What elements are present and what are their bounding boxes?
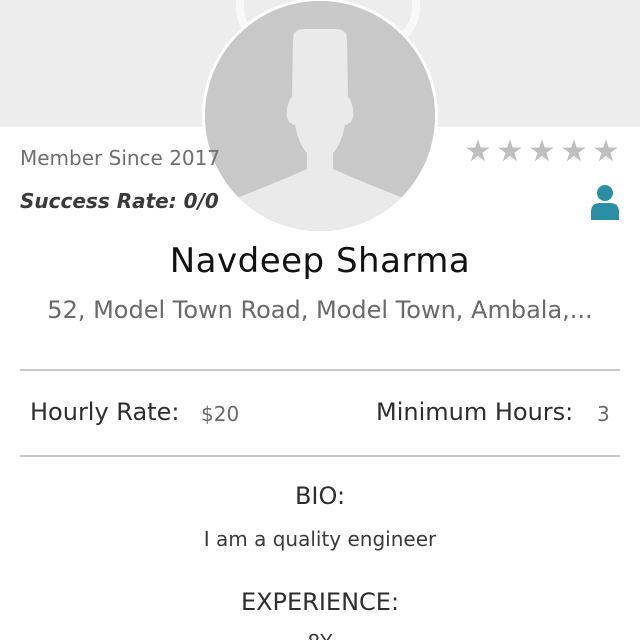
bio-title: BIO: [294, 482, 346, 510]
profile-name: Navdeep Sharma [169, 241, 471, 281]
avatar[interactable] [202, 0, 438, 234]
minimum-hours-value: 3 [597, 402, 610, 426]
profile-page: Member Since 2017 Success Rate: 0/0 ★ ★ … [0, 0, 640, 640]
rating-stars: ★ ★ ★ ★ ★ [464, 134, 620, 169]
hourly-rate-value: $20 [201, 402, 240, 426]
minimum-hours-label: Minimum Hours: [376, 398, 574, 426]
hourly-rate-label: Hourly Rate: [30, 398, 180, 426]
experience-title: EXPERIENCE: [240, 588, 400, 616]
star-icon: ★ [592, 134, 620, 169]
star-icon: ★ [496, 134, 524, 169]
divider [20, 455, 620, 457]
profile-address: 52, Model Town Road, Model Town, Ambala,… [47, 296, 593, 324]
avatar-placeholder-icon [205, 1, 435, 231]
success-rate-text: Success Rate: 0/0 [20, 189, 219, 213]
member-since-text: Member Since 2017 [20, 146, 221, 170]
star-icon: ★ [464, 134, 492, 169]
divider [20, 369, 620, 371]
star-icon: ★ [560, 134, 588, 169]
person-icon[interactable] [590, 184, 620, 220]
star-icon: ★ [528, 134, 556, 169]
bio-text: I am a quality engineer [203, 527, 437, 551]
experience-text: 8Y [0, 630, 640, 640]
